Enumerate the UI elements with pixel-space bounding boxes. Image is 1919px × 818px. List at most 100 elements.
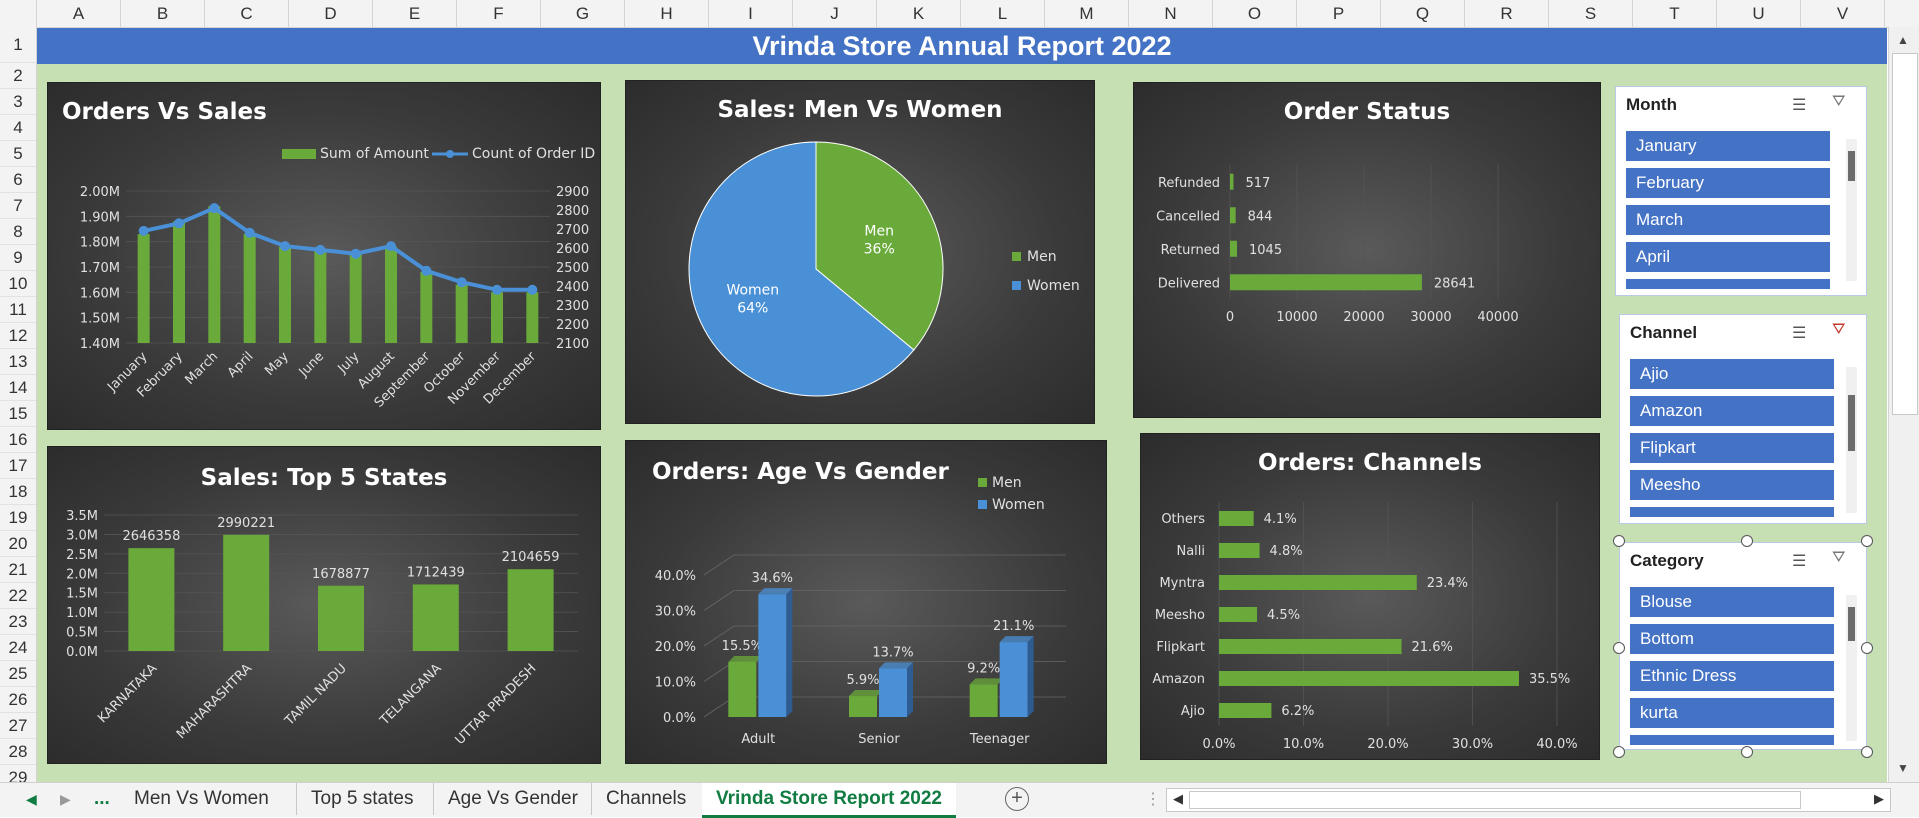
chart-orders-vs-sales[interactable]: Orders Vs Sales Sum of Amount Count of Ord… <box>47 82 601 430</box>
select-all-corner[interactable] <box>0 0 37 27</box>
slicer-month[interactable]: Month ☰ ⛛ January February March April <box>1615 86 1867 296</box>
column-header-o[interactable]: O <box>1213 0 1297 27</box>
slicer-item-ajio[interactable]: Ajio <box>1630 359 1834 389</box>
slicer-month-scrollbar[interactable] <box>1846 139 1857 281</box>
row-header-4[interactable]: 4 <box>0 115 36 141</box>
slicer-channel[interactable]: Channel ☰ ⛛ Ajio Amazon Flipkart Meesho <box>1619 314 1867 524</box>
row-header-25[interactable]: 25 <box>0 661 36 687</box>
multi-select-icon[interactable]: ☰ <box>1792 95 1806 115</box>
resize-handle[interactable] <box>1861 535 1873 547</box>
column-header-s[interactable]: S <box>1549 0 1633 27</box>
multi-select-icon[interactable]: ☰ <box>1792 323 1806 343</box>
resize-handle[interactable] <box>1861 746 1873 758</box>
row-header-5[interactable]: 5 <box>0 141 36 167</box>
slicer-item-amazon[interactable]: Amazon <box>1630 396 1834 426</box>
row-header-6[interactable]: 6 <box>0 167 36 193</box>
slicer-item-partial[interactable] <box>1626 279 1830 289</box>
row-header-26[interactable]: 26 <box>0 687 36 713</box>
row-header-20[interactable]: 20 <box>0 531 36 557</box>
tab-top-5-states[interactable]: Top 5 states <box>296 783 427 815</box>
resize-handle[interactable] <box>1741 535 1753 547</box>
row-header-22[interactable]: 22 <box>0 583 36 609</box>
row-header-16[interactable]: 16 <box>0 427 36 453</box>
chart-age-vs-gender[interactable]: Orders: Age Vs Gender Men Women 40.0% 30.0% 2… <box>625 440 1107 764</box>
row-header-8[interactable]: 8 <box>0 219 36 245</box>
slicer-category-scrollbar[interactable] <box>1846 595 1857 741</box>
column-header-e[interactable]: E <box>373 0 457 27</box>
tab-more[interactable]: ... <box>80 783 124 815</box>
column-header-i[interactable]: I <box>709 0 793 27</box>
column-header-j[interactable]: J <box>793 0 877 27</box>
slicer-item-flipkart[interactable]: Flipkart <box>1630 433 1834 463</box>
row-header-13[interactable]: 13 <box>0 349 36 375</box>
column-header-l[interactable]: L <box>961 0 1045 27</box>
slicer-item-february[interactable]: February <box>1626 168 1830 198</box>
slicer-item-partial[interactable] <box>1630 507 1834 517</box>
column-header-a[interactable]: A <box>37 0 121 27</box>
slicer-channel-scrollbar[interactable] <box>1846 367 1857 513</box>
tab-men-vs-women[interactable]: Men Vs Women <box>120 783 283 815</box>
row-header-23[interactable]: 23 <box>0 609 36 635</box>
column-header-q[interactable]: Q <box>1381 0 1465 27</box>
row-header-10[interactable]: 10 <box>0 271 36 297</box>
row-header-15[interactable]: 15 <box>0 401 36 427</box>
tab-prev-icon[interactable]: ◀ <box>26 791 37 808</box>
slicer-item-blouse[interactable]: Blouse <box>1630 587 1834 617</box>
scroll-thumb[interactable] <box>1892 53 1918 415</box>
tab-next-icon[interactable]: ▶ <box>60 791 71 808</box>
scroll-up-icon[interactable]: ▲ <box>1897 33 1909 47</box>
scroll-thumb[interactable] <box>1848 151 1855 181</box>
chart-sales-men-vs-women[interactable]: Sales: Men Vs Women Men 36% Women 64% Men Wome… <box>625 80 1095 424</box>
column-header-g[interactable]: G <box>541 0 625 27</box>
row-header-28[interactable]: 28 <box>0 739 36 765</box>
row-header-7[interactable]: 7 <box>0 193 36 219</box>
slicer-item-partial[interactable] <box>1630 735 1834 745</box>
scroll-left-icon[interactable]: ◀ <box>1173 791 1183 807</box>
chart-top-5-states[interactable]: Sales: Top 5 States 3.5M 3.0M 2.5M 2.0M 1.5M 1… <box>47 446 601 764</box>
row-header-14[interactable]: 14 <box>0 375 36 401</box>
tab-vrinda-store-report-2022[interactable]: Vrinda Store Report 2022 <box>702 783 956 818</box>
column-header-t[interactable]: T <box>1633 0 1717 27</box>
column-header-f[interactable]: F <box>457 0 541 27</box>
multi-select-icon[interactable]: ☰ <box>1792 551 1806 571</box>
resize-handle[interactable] <box>1741 746 1753 758</box>
row-header-27[interactable]: 27 <box>0 713 36 739</box>
vertical-scrollbar[interactable]: ▲ ▼ <box>1888 27 1919 782</box>
column-header-u[interactable]: U <box>1717 0 1801 27</box>
column-header-k[interactable]: K <box>877 0 961 27</box>
row-header-3[interactable]: 3 <box>0 89 36 115</box>
clear-filter-icon[interactable]: ⛛ <box>1832 549 1845 567</box>
row-header-2[interactable]: 2 <box>0 63 36 89</box>
scroll-thumb[interactable] <box>1848 395 1855 451</box>
row-header-18[interactable]: 18 <box>0 479 36 505</box>
column-header-r[interactable]: R <box>1465 0 1549 27</box>
resize-handle[interactable] <box>1861 642 1873 654</box>
column-header-h[interactable]: H <box>625 0 709 27</box>
h-scroll-thumb[interactable] <box>1189 791 1801 809</box>
column-header-b[interactable]: B <box>121 0 205 27</box>
row-header-24[interactable]: 24 <box>0 635 36 661</box>
horizontal-scrollbar[interactable]: ◀ ▶ <box>1166 788 1891 812</box>
slicer-category[interactable]: Category ☰ ⛛ Blouse Bottom Ethnic Dress kur… <box>1619 542 1867 750</box>
slicer-item-meesho[interactable]: Meesho <box>1630 470 1834 500</box>
chart-order-status[interactable]: Order Status 0 10000 20000 30000 40000 Refunde… <box>1133 82 1601 418</box>
column-header-n[interactable]: N <box>1129 0 1213 27</box>
slicer-item-ethnic-dress[interactable]: Ethnic Dress <box>1630 661 1834 691</box>
resize-handle[interactable] <box>1613 642 1625 654</box>
clear-filter-icon[interactable]: ⛛ <box>1832 93 1845 111</box>
add-sheet-icon[interactable]: + <box>1005 787 1029 811</box>
scroll-right-icon[interactable]: ▶ <box>1874 791 1884 807</box>
column-header-m[interactable]: M <box>1045 0 1129 27</box>
column-header-c[interactable]: C <box>205 0 289 27</box>
slicer-item-bottom[interactable]: Bottom <box>1630 624 1834 654</box>
tab-channels[interactable]: Channels <box>591 783 700 815</box>
clear-filter-icon[interactable]: ⛛ <box>1832 321 1845 339</box>
row-header-1[interactable]: 1 <box>0 27 36 63</box>
column-header-v[interactable]: V <box>1801 0 1885 27</box>
slicer-item-kurta[interactable]: kurta <box>1630 698 1834 728</box>
chart-orders-channels[interactable]: Orders: Channels 0.0% 10.0% 20.0% 30.0% 40.0%… <box>1140 433 1600 760</box>
slicer-item-march[interactable]: March <box>1626 205 1830 235</box>
tab-age-vs-gender[interactable]: Age Vs Gender <box>433 783 592 815</box>
row-header-9[interactable]: 9 <box>0 245 36 271</box>
row-header-17[interactable]: 17 <box>0 453 36 479</box>
